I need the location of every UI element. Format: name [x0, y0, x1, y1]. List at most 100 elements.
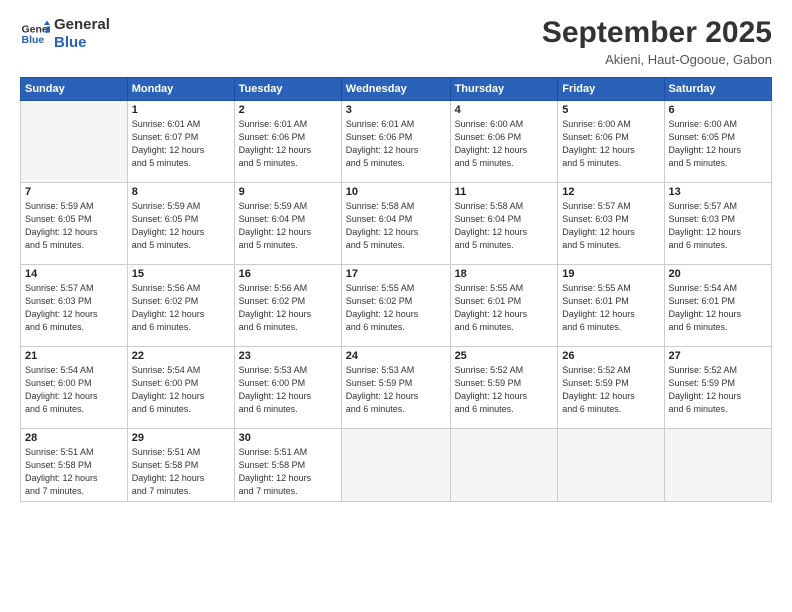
day-number: 29: [132, 432, 230, 444]
day-cell: 2 Sunrise: 6:01 AM Sunset: 6:06 PM Daylig…: [234, 101, 341, 183]
week-row-2: 7 Sunrise: 5:59 AM Sunset: 6:05 PM Daylig…: [21, 183, 772, 265]
header-cell-sunday: Sunday: [21, 78, 128, 101]
day-number: 11: [455, 186, 554, 198]
day-info: Sunrise: 5:55 AM Sunset: 6:01 PM Dayligh…: [562, 282, 659, 334]
day-cell: 15 Sunrise: 5:56 AM Sunset: 6:02 PM Dayli…: [127, 265, 234, 347]
day-cell: 14 Sunrise: 5:57 AM Sunset: 6:03 PM Dayli…: [21, 265, 128, 347]
day-number: 13: [669, 186, 767, 198]
day-info: Sunrise: 6:01 AM Sunset: 6:07 PM Dayligh…: [132, 118, 230, 170]
day-info: Sunrise: 5:55 AM Sunset: 6:01 PM Dayligh…: [455, 282, 554, 334]
day-info: Sunrise: 6:01 AM Sunset: 6:06 PM Dayligh…: [239, 118, 337, 170]
subtitle: Akieni, Haut-Ogooue, Gabon: [542, 52, 772, 67]
page: General Blue General Blue September 2025…: [0, 0, 792, 612]
day-number: 30: [239, 432, 337, 444]
day-number: 9: [239, 186, 337, 198]
day-number: 10: [346, 186, 446, 198]
day-cell: 21 Sunrise: 5:54 AM Sunset: 6:00 PM Dayli…: [21, 347, 128, 429]
day-cell: 17 Sunrise: 5:55 AM Sunset: 6:02 PM Dayli…: [341, 265, 450, 347]
day-info: Sunrise: 5:58 AM Sunset: 6:04 PM Dayligh…: [455, 200, 554, 252]
day-cell: 12 Sunrise: 5:57 AM Sunset: 6:03 PM Dayli…: [558, 183, 664, 265]
day-cell: 22 Sunrise: 5:54 AM Sunset: 6:00 PM Dayli…: [127, 347, 234, 429]
day-number: 6: [669, 104, 767, 116]
day-cell: 6 Sunrise: 6:00 AM Sunset: 6:05 PM Daylig…: [664, 101, 771, 183]
header-cell-friday: Friday: [558, 78, 664, 101]
day-cell: 28Sunrise: 5:51 AM Sunset: 5:58 PM Dayli…: [21, 429, 128, 502]
day-info: Sunrise: 5:57 AM Sunset: 6:03 PM Dayligh…: [562, 200, 659, 252]
header-cell-tuesday: Tuesday: [234, 78, 341, 101]
day-cell: 26 Sunrise: 5:52 AM Sunset: 5:59 PM Dayli…: [558, 347, 664, 429]
day-cell: 30 Sunrise: 5:51 AM Sunset: 5:58 PM Dayli…: [234, 429, 341, 502]
day-number: 3: [346, 104, 446, 116]
day-cell: 29Sunrise: 5:51 AM Sunset: 5:58 PM Dayli…: [127, 429, 234, 502]
day-info: Sunrise: 5:55 AM Sunset: 6:02 PM Dayligh…: [346, 282, 446, 334]
day-cell: 3Sunrise: 6:01 AM Sunset: 6:06 PM Daylig…: [341, 101, 450, 183]
day-info: Sunrise: 5:58 AM Sunset: 6:04 PM Dayligh…: [346, 200, 446, 252]
logo-icon: General Blue: [20, 19, 50, 49]
header-cell-thursday: Thursday: [450, 78, 558, 101]
day-number: 16: [239, 268, 337, 280]
day-cell: [450, 429, 558, 502]
day-number: 21: [25, 350, 123, 362]
day-info: Sunrise: 5:56 AM Sunset: 6:02 PM Dayligh…: [132, 282, 230, 334]
day-cell: 19 Sunrise: 5:55 AM Sunset: 6:01 PM Dayli…: [558, 265, 664, 347]
day-cell: [664, 429, 771, 502]
day-number: 12: [562, 186, 659, 198]
day-cell: 20Sunrise: 5:54 AM Sunset: 6:01 PM Dayli…: [664, 265, 771, 347]
day-info: Sunrise: 5:51 AM Sunset: 5:58 PM Dayligh…: [25, 446, 123, 498]
day-cell: [341, 429, 450, 502]
logo-line1: General: [54, 16, 110, 34]
day-info: Sunrise: 5:59 AM Sunset: 6:05 PM Dayligh…: [25, 200, 123, 252]
day-cell: 13Sunrise: 5:57 AM Sunset: 6:03 PM Dayli…: [664, 183, 771, 265]
day-info: Sunrise: 5:51 AM Sunset: 5:58 PM Dayligh…: [239, 446, 337, 498]
day-cell: 7 Sunrise: 5:59 AM Sunset: 6:05 PM Daylig…: [21, 183, 128, 265]
day-number: 19: [562, 268, 659, 280]
day-number: 7: [25, 186, 123, 198]
day-number: 2: [239, 104, 337, 116]
day-cell: [558, 429, 664, 502]
day-info: Sunrise: 5:59 AM Sunset: 6:05 PM Dayligh…: [132, 200, 230, 252]
header-cell-saturday: Saturday: [664, 78, 771, 101]
day-info: Sunrise: 6:00 AM Sunset: 6:06 PM Dayligh…: [455, 118, 554, 170]
calendar-table: SundayMondayTuesdayWednesdayThursdayFrid…: [20, 77, 772, 502]
day-cell: 18 Sunrise: 5:55 AM Sunset: 6:01 PM Dayli…: [450, 265, 558, 347]
day-info: Sunrise: 5:54 AM Sunset: 6:01 PM Dayligh…: [669, 282, 767, 334]
day-number: 24: [346, 350, 446, 362]
day-info: Sunrise: 6:00 AM Sunset: 6:05 PM Dayligh…: [669, 118, 767, 170]
week-row-5: 28Sunrise: 5:51 AM Sunset: 5:58 PM Dayli…: [21, 429, 772, 502]
day-info: Sunrise: 5:54 AM Sunset: 6:00 PM Dayligh…: [132, 364, 230, 416]
title-block: September 2025 Akieni, Haut-Ogooue, Gabo…: [542, 16, 772, 67]
day-number: 15: [132, 268, 230, 280]
day-cell: 8 Sunrise: 5:59 AM Sunset: 6:05 PM Daylig…: [127, 183, 234, 265]
day-cell: [21, 101, 128, 183]
day-cell: 24Sunrise: 5:53 AM Sunset: 5:59 PM Dayli…: [341, 347, 450, 429]
day-info: Sunrise: 5:59 AM Sunset: 6:04 PM Dayligh…: [239, 200, 337, 252]
day-number: 17: [346, 268, 446, 280]
month-title: September 2025: [542, 16, 772, 50]
day-cell: 11 Sunrise: 5:58 AM Sunset: 6:04 PM Dayli…: [450, 183, 558, 265]
day-cell: 10 Sunrise: 5:58 AM Sunset: 6:04 PM Dayli…: [341, 183, 450, 265]
day-info: Sunrise: 5:54 AM Sunset: 6:00 PM Dayligh…: [25, 364, 123, 416]
day-cell: 23Sunrise: 5:53 AM Sunset: 6:00 PM Dayli…: [234, 347, 341, 429]
day-number: 18: [455, 268, 554, 280]
day-info: Sunrise: 5:52 AM Sunset: 5:59 PM Dayligh…: [562, 364, 659, 416]
week-row-4: 21 Sunrise: 5:54 AM Sunset: 6:00 PM Dayli…: [21, 347, 772, 429]
day-cell: 4 Sunrise: 6:00 AM Sunset: 6:06 PM Daylig…: [450, 101, 558, 183]
day-number: 22: [132, 350, 230, 362]
week-row-1: 1 Sunrise: 6:01 AM Sunset: 6:07 PM Daylig…: [21, 101, 772, 183]
day-number: 26: [562, 350, 659, 362]
day-number: 27: [669, 350, 767, 362]
day-info: Sunrise: 5:57 AM Sunset: 6:03 PM Dayligh…: [25, 282, 123, 334]
day-number: 8: [132, 186, 230, 198]
day-info: Sunrise: 5:52 AM Sunset: 5:59 PM Dayligh…: [669, 364, 767, 416]
logo: General Blue General Blue: [20, 16, 110, 52]
day-number: 4: [455, 104, 554, 116]
day-number: 1: [132, 104, 230, 116]
day-info: Sunrise: 5:53 AM Sunset: 6:00 PM Dayligh…: [239, 364, 337, 416]
day-cell: 9 Sunrise: 5:59 AM Sunset: 6:04 PM Daylig…: [234, 183, 341, 265]
day-number: 25: [455, 350, 554, 362]
svg-text:Blue: Blue: [22, 34, 45, 46]
day-info: Sunrise: 6:00 AM Sunset: 6:06 PM Dayligh…: [562, 118, 659, 170]
day-number: 5: [562, 104, 659, 116]
day-cell: 16Sunrise: 5:56 AM Sunset: 6:02 PM Dayli…: [234, 265, 341, 347]
day-number: 14: [25, 268, 123, 280]
